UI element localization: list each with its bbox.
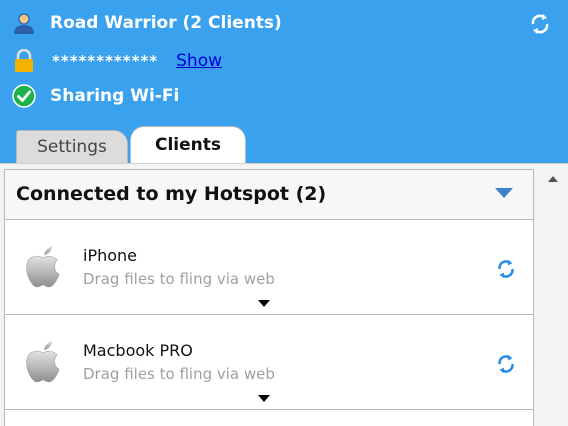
hotspot-title: Road Warrior (2 Clients) <box>50 13 282 33</box>
password-row: ************ Show <box>10 47 222 75</box>
user-icon <box>10 9 38 37</box>
apple-icon <box>23 339 63 385</box>
client-name: iPhone <box>83 246 138 265</box>
hotspot-header: Road Warrior (2 Clients) ************ Sh… <box>0 0 568 163</box>
check-circle-icon <box>10 82 38 110</box>
status-text: Sharing Wi-Fi <box>50 86 180 106</box>
client-subtitle: Drag files to fling via web <box>83 365 275 383</box>
show-password-link[interactable]: Show <box>176 51 222 71</box>
status-row: Sharing Wi-Fi <box>10 82 179 110</box>
tab-clients[interactable]: Clients <box>130 126 246 163</box>
group-title: Connected to my Hotspot (2) <box>16 183 327 205</box>
client-subtitle: Drag files to fling via web <box>83 270 275 288</box>
scroll-up-arrow-icon[interactable] <box>548 176 558 182</box>
client-name: Macbook PRO <box>83 341 193 360</box>
hotspot-name-row: Road Warrior (2 Clients) <box>10 9 282 37</box>
expand-arrow-icon[interactable] <box>258 395 270 402</box>
refresh-icon[interactable] <box>495 353 517 375</box>
expand-arrow-icon[interactable] <box>258 300 270 307</box>
chevron-down-icon[interactable] <box>495 188 513 198</box>
tab-settings[interactable]: Settings <box>16 130 128 163</box>
refresh-icon[interactable] <box>528 12 552 36</box>
vertical-scrollbar[interactable] <box>538 164 568 426</box>
refresh-icon[interactable] <box>495 258 517 280</box>
client-list: Connected to my Hotspot (2) iPhone Drag … <box>4 169 534 426</box>
clients-panel: Connected to my Hotspot (2) iPhone Drag … <box>0 163 568 426</box>
connected-group-header[interactable]: Connected to my Hotspot (2) <box>5 170 533 220</box>
apple-icon <box>23 244 63 290</box>
password-mask: ************ <box>52 52 159 70</box>
lock-icon <box>10 47 38 75</box>
client-row[interactable]: Macbook PRO Drag files to fling via web <box>5 315 533 410</box>
client-row[interactable]: iPhone Drag files to fling via web <box>5 220 533 315</box>
